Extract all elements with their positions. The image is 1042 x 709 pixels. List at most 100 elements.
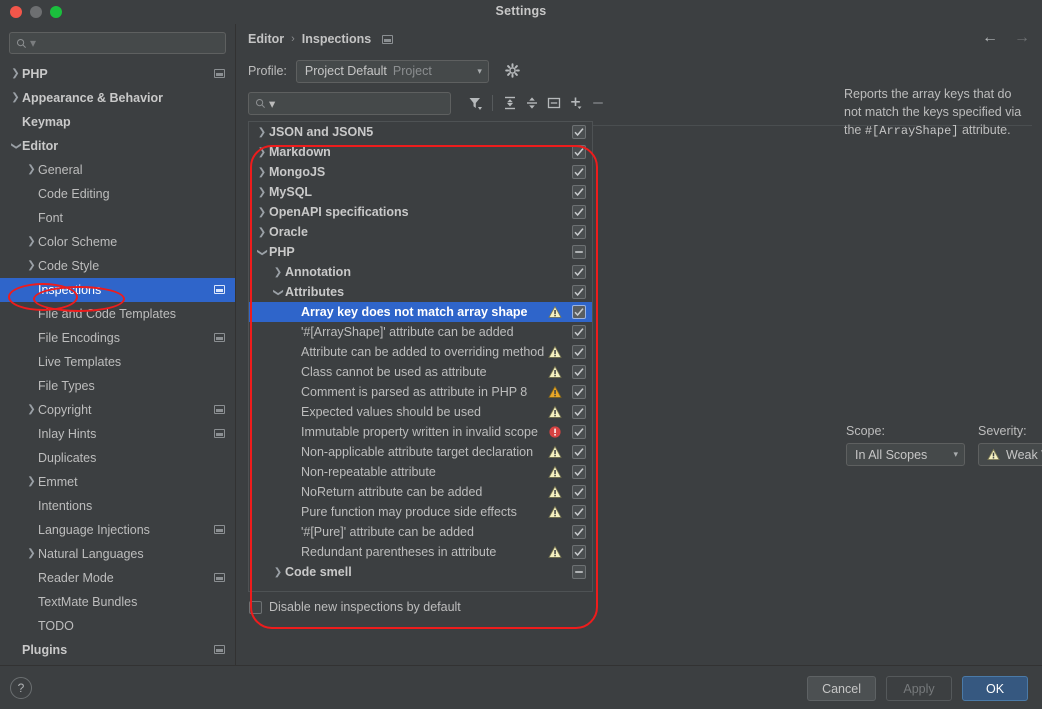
navigation-buttons[interactable]: ← → [982, 28, 1030, 48]
inspection-enabled-checkbox[interactable] [572, 405, 586, 419]
inspection-group-row[interactable]: ❯ Attributes [249, 282, 592, 302]
inspection-enabled-checkbox[interactable] [572, 125, 586, 139]
nav-forward-icon[interactable]: → [1014, 28, 1030, 48]
inspection-enabled-checkbox[interactable] [572, 265, 586, 279]
sidebar-tree[interactable]: ❯ PHP ❯ Appearance & Behavior Keymap ❯ Editor ❯… [0, 60, 235, 709]
disable-new-inspections-checkbox[interactable] [249, 600, 262, 614]
inspection-enabled-checkbox[interactable] [572, 225, 586, 239]
sidebar-item-font[interactable]: Font [0, 206, 235, 230]
breadcrumb-root[interactable]: Editor [248, 32, 284, 46]
ok-button[interactable]: OK [962, 676, 1028, 701]
inspection-enabled-checkbox[interactable] [572, 345, 586, 359]
inspection-enabled-checkbox[interactable] [572, 325, 586, 339]
inspection-group-row[interactable]: ❯ OpenAPI specifications [249, 202, 592, 222]
inspection-enabled-checkbox[interactable] [572, 445, 586, 459]
inspection-enabled-checkbox[interactable] [572, 505, 586, 519]
inspection-search-input[interactable]: ▾ [248, 91, 451, 115]
inspection-enabled-checkbox[interactable] [572, 165, 586, 179]
inspection-row[interactable]: Class cannot be used as attribute [249, 362, 592, 382]
inspection-enabled-checkbox[interactable] [572, 465, 586, 479]
sidebar-item-file-encodings[interactable]: File Encodings [0, 326, 235, 350]
sidebar-item-duplicates[interactable]: Duplicates [0, 446, 235, 470]
inspection-enabled-checkbox[interactable] [572, 285, 586, 299]
scope-dropdown[interactable]: In All Scopes ▾ [846, 443, 965, 466]
apply-button[interactable]: Apply [886, 676, 952, 701]
sidebar-item-live-templates[interactable]: Live Templates [0, 350, 235, 374]
profile-dropdown[interactable]: Project Default Project ▾ [295, 59, 489, 83]
collapse-all-icon[interactable] [521, 92, 543, 114]
inspection-enabled-checkbox[interactable] [572, 145, 586, 159]
sidebar-item-file-types[interactable]: File Types [0, 374, 235, 398]
inspection-group-row[interactable]: ❯ MongoJS [249, 162, 592, 182]
inspection-group-row[interactable]: ❯ Oracle [249, 222, 592, 242]
sidebar-item-appearance-behavior[interactable]: ❯ Appearance & Behavior [0, 86, 235, 110]
sidebar-item-reader-mode[interactable]: Reader Mode [0, 566, 235, 590]
inspections-tree[interactable]: ❯ JSON and JSON5 ❯ Markdown ❯ MongoJS ❯ MySQL ❯ O… [248, 121, 593, 592]
inspection-row[interactable]: Immutable property written in invalid sc… [249, 422, 592, 442]
inspection-row[interactable]: Non-repeatable attribute [249, 462, 592, 482]
sidebar-item-inlay-hints[interactable]: Inlay Hints [0, 422, 235, 446]
sidebar-item-inspections[interactable]: Inspections [0, 278, 235, 302]
sidebar-item-php[interactable]: ❯ PHP [0, 62, 235, 86]
sidebar-item-language-injections[interactable]: Language Injections [0, 518, 235, 542]
inspection-row[interactable]: Expected values should be used [249, 402, 592, 422]
inspection-row[interactable]: Redundant parentheses in attribute [249, 542, 592, 562]
help-button[interactable]: ? [10, 677, 32, 699]
cancel-button[interactable]: Cancel [807, 676, 876, 701]
nav-back-icon[interactable]: ← [982, 28, 998, 48]
sidebar-item-todo[interactable]: TODO [0, 614, 235, 638]
sidebar-item-code-style[interactable]: ❯ Code Style [0, 254, 235, 278]
sidebar-item-code-editing[interactable]: Code Editing [0, 182, 235, 206]
inspection-row[interactable]: Array key does not match array shape [249, 302, 592, 322]
inspection-enabled-checkbox[interactable] [572, 245, 586, 259]
sidebar-item-keymap[interactable]: Keymap [0, 110, 235, 134]
inspection-enabled-checkbox[interactable] [572, 205, 586, 219]
inspection-label: Oracle [269, 225, 308, 239]
sidebar-item-intentions[interactable]: Intentions [0, 494, 235, 518]
chevron-right-icon: ❯ [257, 206, 267, 218]
inspection-enabled-checkbox[interactable] [572, 385, 586, 399]
gear-icon[interactable] [504, 62, 522, 80]
sidebar-item-label: Intentions [38, 499, 93, 513]
inspection-row[interactable]: NoReturn attribute can be added [249, 482, 592, 502]
sidebar-item-textmate-bundles[interactable]: TextMate Bundles [0, 590, 235, 614]
search-input[interactable]: ▾ [9, 32, 226, 54]
inspection-enabled-checkbox[interactable] [572, 565, 586, 579]
inspection-group-row[interactable]: ❯ Markdown [249, 142, 592, 162]
inspection-enabled-checkbox[interactable] [572, 545, 586, 559]
weak-warning-icon [548, 545, 562, 558]
sidebar-item-general[interactable]: ❯ General [0, 158, 235, 182]
inspection-enabled-checkbox[interactable] [572, 485, 586, 499]
sidebar-item-color-scheme[interactable]: ❯ Color Scheme [0, 230, 235, 254]
window-body: ▾ ❯ PHP ❯ Appearance & Behavior Keymap ❯ Edito… [0, 24, 1042, 709]
inspection-row[interactable]: Attribute can be added to overriding met… [249, 342, 592, 362]
inspection-enabled-checkbox[interactable] [572, 525, 586, 539]
inspection-group-row[interactable]: ❯ Code smell [249, 562, 592, 582]
inspection-row[interactable]: Pure function may produce side effects [249, 502, 592, 522]
sidebar-item-editor[interactable]: ❯ Editor [0, 134, 235, 158]
sidebar-item-plugins[interactable]: Plugins [0, 638, 235, 662]
add-icon[interactable] [565, 92, 587, 114]
project-scope-badge-icon [214, 69, 225, 78]
disable-new-inspections-row[interactable]: Disable new inspections by default [236, 592, 1042, 614]
inspection-group-row[interactable]: ❯ MySQL [249, 182, 592, 202]
inspection-enabled-checkbox[interactable] [572, 185, 586, 199]
inspection-enabled-checkbox[interactable] [572, 425, 586, 439]
inspection-row[interactable]: Non-applicable attribute target declarat… [249, 442, 592, 462]
inspection-enabled-checkbox[interactable] [572, 365, 586, 379]
inspection-row[interactable]: '#[Pure]' attribute can be added [249, 522, 592, 542]
inspection-group-row[interactable]: ❯ JSON and JSON5 [249, 122, 592, 142]
inspection-group-row[interactable]: ❯ Annotation [249, 262, 592, 282]
sidebar-item-file-and-code-templates[interactable]: File and Code Templates [0, 302, 235, 326]
inspection-enabled-checkbox[interactable] [572, 305, 586, 319]
inspection-row[interactable]: '#[ArrayShape]' attribute can be added [249, 322, 592, 342]
filter-icon[interactable] [464, 92, 486, 114]
sidebar-item-emmet[interactable]: ❯ Emmet [0, 470, 235, 494]
inspection-group-row[interactable]: ❯ PHP [249, 242, 592, 262]
severity-dropdown[interactable]: Weak Warning ▾ [978, 443, 1042, 466]
group-by-icon[interactable] [543, 92, 565, 114]
sidebar-item-natural-languages[interactable]: ❯ Natural Languages [0, 542, 235, 566]
inspection-row[interactable]: Comment is parsed as attribute in PHP 8 [249, 382, 592, 402]
sidebar-item-copyright[interactable]: ❯ Copyright [0, 398, 235, 422]
expand-all-icon[interactable] [499, 92, 521, 114]
